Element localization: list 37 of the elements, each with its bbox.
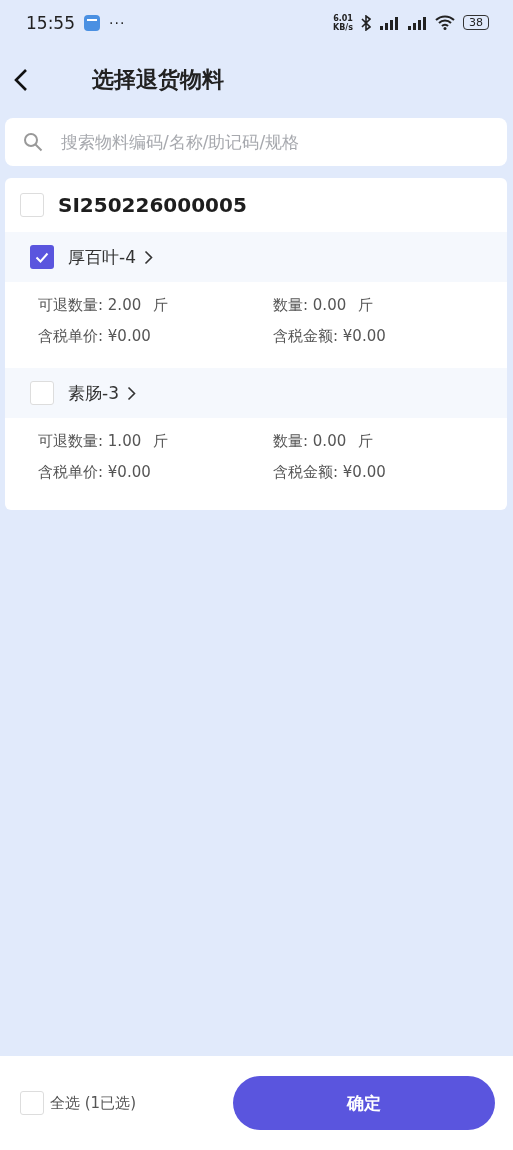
unit-label: 斤 <box>153 296 169 315</box>
network-speed: 6.01 KB/s <box>333 13 353 32</box>
message-icon <box>83 13 101 32</box>
status-time: 15:55 <box>26 12 75 33</box>
more-notifications: ··· <box>109 14 126 31</box>
chevron-right-icon <box>126 385 136 401</box>
item-field: 数量: 0.00 <box>273 296 347 315</box>
select-all-label: 全选 (1已选) <box>50 1093 136 1113</box>
page-title: 选择退货物料 <box>92 66 224 94</box>
bluetooth-icon <box>361 14 371 31</box>
item-field: 可退数量: 2.00 <box>38 296 142 315</box>
battery-level: 38 <box>463 15 489 30</box>
select-all-checkbox[interactable] <box>20 1091 44 1115</box>
search-bar[interactable]: 搜索物料编码/名称/助记码/规格 <box>5 118 507 166</box>
unit-label: 斤 <box>358 432 374 451</box>
signal-icon <box>407 15 427 30</box>
item-field: 含税单价: ¥0.00 <box>38 463 151 482</box>
item-field: 含税金额: ¥0.00 <box>273 327 386 346</box>
unit-label: 斤 <box>358 296 374 315</box>
search-input[interactable]: 搜索物料编码/名称/助记码/规格 <box>59 131 507 153</box>
order-checkbox[interactable] <box>20 193 44 217</box>
item-field: 数量: 0.00 <box>273 432 347 451</box>
item-checkbox[interactable] <box>30 245 54 269</box>
item-name-link[interactable]: 素肠-3 <box>68 381 136 405</box>
item-field: 含税金额: ¥0.00 <box>273 463 386 482</box>
item-field: 含税单价: ¥0.00 <box>38 327 151 346</box>
item-name-link[interactable]: 厚百叶-4 <box>68 245 153 269</box>
item-field: 可退数量: 1.00 <box>38 432 142 451</box>
wifi-icon <box>435 15 455 30</box>
checkmark-icon <box>35 251 49 263</box>
item-checkbox[interactable] <box>30 381 54 405</box>
unit-label: 斤 <box>153 432 169 451</box>
signal-icon <box>379 15 399 30</box>
search-icon <box>23 132 43 152</box>
chevron-right-icon <box>143 249 153 265</box>
order-number: SI250226000005 <box>58 193 247 217</box>
confirm-button[interactable]: 确定 <box>233 1076 495 1130</box>
